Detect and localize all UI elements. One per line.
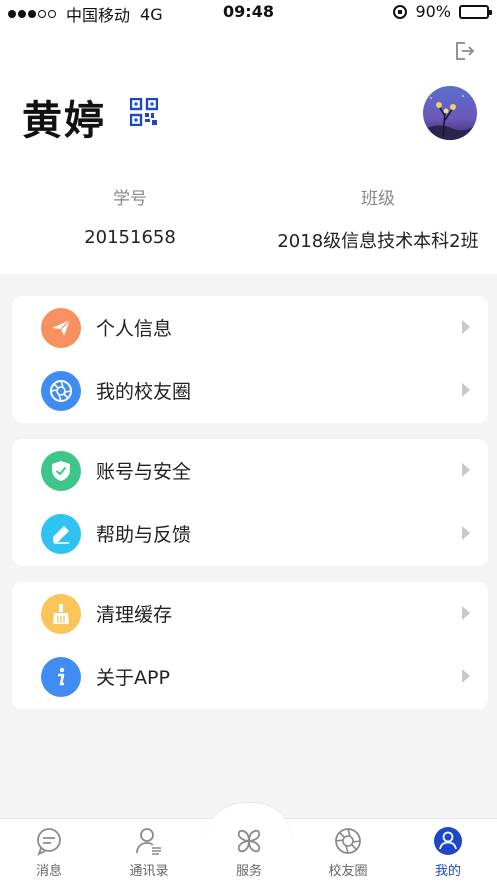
- menu-group-profile: 个人信息 我的校友圈: [12, 296, 488, 423]
- chevron-right-icon: [462, 606, 470, 620]
- menu-item-clear-cache[interactable]: 清理缓存: [12, 582, 488, 645]
- menu-group-app: 清理缓存 关于APP: [12, 582, 488, 709]
- tab-mine[interactable]: 我的: [408, 826, 488, 879]
- menu-item-label: 个人信息: [96, 318, 173, 340]
- tab-alumni-circle[interactable]: 校友圈: [308, 826, 388, 879]
- qr-code-icon[interactable]: [130, 98, 158, 126]
- broom-icon: [41, 593, 81, 634]
- status-bar: 中国移动 4G 09:48 90%: [0, 0, 497, 25]
- aperture-icon: [41, 370, 81, 411]
- rotation-lock-icon: [393, 4, 408, 19]
- chevron-right-icon: [462, 383, 470, 397]
- tab-label: 校友圈: [328, 864, 368, 879]
- chevron-right-icon: [462, 669, 470, 683]
- student-id-section: 学号 20151658: [60, 184, 200, 248]
- status-right: 90%: [393, 2, 492, 21]
- menu-item-help-feedback[interactable]: 帮助与反馈: [12, 502, 488, 565]
- menu-item-about-app[interactable]: 关于APP: [12, 645, 488, 708]
- shield-check-icon: [41, 450, 81, 491]
- logout-icon[interactable]: [453, 40, 475, 62]
- menu-item-label: 帮助与反馈: [96, 524, 192, 546]
- menu-item-label: 账号与安全: [96, 461, 192, 483]
- tab-label: 服务: [235, 864, 262, 879]
- class-section: 班级 2018级信息技术本科2班: [268, 184, 488, 253]
- chevron-right-icon: [462, 526, 470, 540]
- menu-item-my-alumni-circle[interactable]: 我的校友圈: [12, 359, 488, 422]
- tab-label: 消息: [35, 864, 62, 879]
- student-id-label: 学号: [113, 189, 147, 209]
- tab-label: 通讯录: [129, 864, 169, 879]
- student-id-value: 20151658: [84, 227, 176, 248]
- battery-percent: 90%: [415, 2, 451, 21]
- class-value: 2018级信息技术本科2班: [277, 231, 479, 252]
- clover-icon: [237, 829, 261, 853]
- class-label: 班级: [361, 189, 395, 209]
- menu-item-label: 我的校友圈: [96, 381, 192, 403]
- pencil-icon: [41, 513, 81, 554]
- menu-item-personal-info[interactable]: 个人信息: [12, 296, 488, 359]
- menu-group-account: 账号与安全 帮助与反馈: [12, 439, 488, 566]
- avatar[interactable]: [423, 86, 477, 140]
- menu-item-label: 关于APP: [96, 667, 170, 689]
- chevron-right-icon: [462, 463, 470, 477]
- chevron-right-icon: [462, 320, 470, 334]
- battery-icon: [459, 4, 492, 19]
- menu-item-label: 清理缓存: [96, 604, 173, 626]
- user-name: 黄婷: [22, 98, 106, 144]
- contacts-icon: [136, 828, 161, 855]
- tab-contacts[interactable]: 通讯录: [109, 826, 189, 879]
- tab-messages[interactable]: 消息: [9, 826, 89, 879]
- profile-header: 黄婷 学号 20151658 班级 2018级信息技术本科2班: [0, 24, 497, 274]
- chat-icon: [37, 828, 61, 856]
- tab-services[interactable]: 服务: [209, 826, 289, 879]
- tab-label: 我的: [434, 864, 461, 879]
- aperture-icon: [335, 828, 361, 854]
- user-icon: [434, 827, 462, 855]
- menu-item-account-security[interactable]: 账号与安全: [12, 439, 488, 502]
- paper-plane-icon: [41, 307, 81, 348]
- info-icon: [41, 656, 81, 697]
